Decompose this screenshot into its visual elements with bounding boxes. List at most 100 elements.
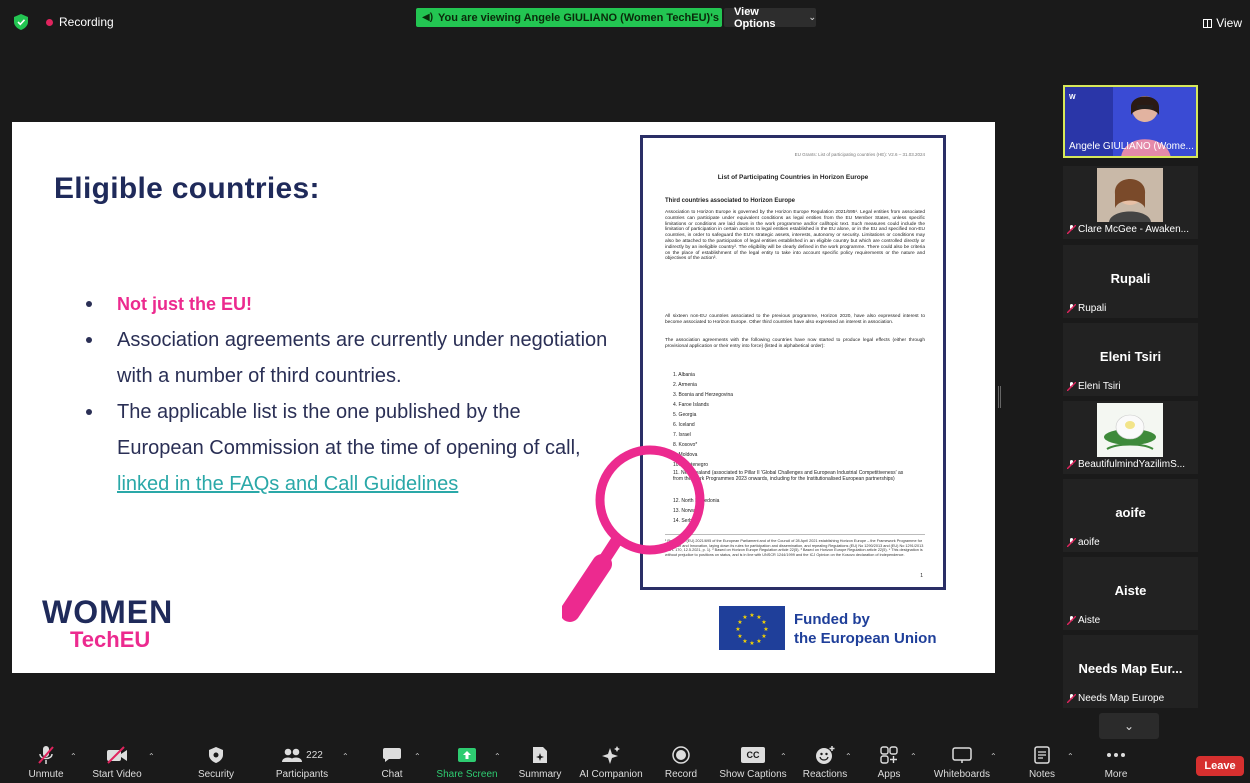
apps-button[interactable]: ⌃ Apps	[876, 744, 917, 783]
eu-line-1: Funded by	[794, 611, 870, 628]
participant-tile[interactable]: Aiste Aiste	[1063, 557, 1198, 630]
participant-name: Eleni Tsiri	[1067, 381, 1121, 392]
unmute-button[interactable]: ⌃ Unmute	[26, 744, 77, 783]
summary-label: Summary	[518, 769, 562, 780]
caret-up-icon[interactable]: ⌃	[148, 752, 155, 761]
participant-tile[interactable]: Eleni Tsiri Eleni Tsiri	[1063, 323, 1198, 396]
participants-icon	[282, 748, 303, 762]
caret-up-icon[interactable]: ⌃	[1067, 752, 1074, 761]
faq-guidelines-link[interactable]: linked in the FAQs and Call Guidelines	[117, 473, 458, 495]
participant-name: Rupali	[1067, 303, 1106, 314]
view-button[interactable]: View	[1203, 16, 1242, 30]
document-sparkle-icon	[533, 747, 547, 763]
ai-companion-button[interactable]: AI Companion	[578, 744, 644, 783]
caret-up-icon[interactable]: ⌃	[342, 752, 349, 761]
participant-video	[1097, 168, 1163, 222]
eu-line-2: the European Union	[794, 630, 937, 647]
doc-subtitle: Third countries associated to Horizon Eu…	[665, 198, 796, 204]
caret-up-icon[interactable]: ⌃	[780, 752, 787, 761]
view-options-button[interactable]: View Options ⌄	[724, 5, 816, 30]
mic-off-icon	[1067, 616, 1076, 625]
svg-text:★: ★	[749, 612, 754, 619]
notes-label: Notes	[1028, 769, 1056, 780]
recording-label[interactable]: Recording	[59, 15, 114, 29]
mic-off-icon	[1067, 304, 1076, 313]
participant-tile[interactable]: Clare McGee - Awaken...	[1063, 166, 1198, 239]
participant-tile[interactable]: Rupali Rupali	[1063, 245, 1198, 318]
apps-icon	[880, 746, 898, 764]
summary-button[interactable]: Summary	[517, 744, 563, 783]
participant-tile[interactable]: Needs Map Eur... Needs Map Europe	[1063, 635, 1198, 708]
shield-icon	[209, 747, 223, 763]
svg-text:★: ★	[761, 619, 766, 626]
participants-label: Participants	[275, 769, 329, 780]
show-captions-button[interactable]: CC ⌃ Show Captions	[719, 744, 787, 783]
zoom-meeting-window: Recording ◀) You are viewing Angele GIUL…	[0, 0, 1250, 783]
svg-text:★: ★	[763, 626, 768, 633]
share-banner-text: You are viewing Angele GIULIANO (Women T…	[438, 11, 722, 24]
country-item: 1. Albania	[673, 372, 695, 378]
svg-text:★: ★	[749, 640, 754, 647]
start-video-button[interactable]: ⌃ Start Video	[82, 744, 155, 783]
emoji-plus-icon	[816, 746, 835, 764]
country-item: 7. Israel	[673, 432, 691, 438]
notes-button[interactable]: ⌃ Notes	[1027, 744, 1074, 783]
panel-resize-handle[interactable]	[998, 386, 1001, 408]
participant-tile[interactable]: BeautifulmindYazilimS...	[1063, 401, 1198, 474]
participants-button[interactable]: 222 ⌃ Participants	[272, 744, 349, 783]
logo-women-text: WOMEN	[42, 594, 174, 630]
caret-up-icon[interactable]: ⌃	[494, 752, 501, 761]
participant-name: aoife	[1067, 537, 1100, 548]
participant-name-text: Clare McGee - Awaken...	[1078, 224, 1189, 235]
record-icon	[672, 746, 690, 764]
caret-up-icon[interactable]: ⌃	[414, 752, 421, 761]
doc-title: List of Participating Countries in Horiz…	[717, 174, 869, 181]
share-screen-button[interactable]: ⌃ Share Screen	[436, 744, 501, 783]
shield-check-icon[interactable]	[14, 14, 28, 30]
participant-name: BeautifulmindYazilimS...	[1067, 459, 1185, 470]
more-button[interactable]: More	[1101, 744, 1131, 783]
record-button[interactable]: Record	[664, 744, 698, 783]
chat-button[interactable]: ⌃ Chat	[378, 744, 421, 783]
recording-dot-icon	[46, 19, 53, 26]
security-button[interactable]: Security	[194, 744, 238, 783]
participant-tile[interactable]: aoife aoife	[1063, 479, 1198, 552]
participant-name: Needs Map Europe	[1067, 693, 1164, 704]
more-label: More	[1104, 769, 1128, 780]
mic-off-icon	[1067, 538, 1076, 547]
svg-text:★: ★	[756, 638, 761, 645]
caret-up-icon[interactable]: ⌃	[70, 752, 77, 761]
svg-text:★: ★	[742, 638, 747, 645]
participant-name-text: Eleni Tsiri	[1078, 381, 1121, 392]
mic-muted-icon	[38, 746, 54, 764]
participant-name-center: Eleni Tsiri	[1099, 349, 1162, 364]
reactions-button[interactable]: ⌃ Reactions	[803, 744, 852, 783]
whiteboards-button[interactable]: ⌃ Whiteboards	[932, 744, 997, 783]
chat-label: Chat	[381, 769, 403, 780]
participant-name: Aiste	[1067, 615, 1100, 626]
svg-text:★: ★	[761, 633, 766, 640]
slide-bullet-list: Not just the EU! Association agreements …	[82, 286, 612, 502]
ai-companion-label: AI Companion	[579, 769, 643, 780]
participant-name-text: Rupali	[1078, 303, 1107, 314]
record-label: Record	[664, 769, 698, 780]
video-off-icon	[107, 746, 127, 764]
speaker-icon: ◀)	[422, 12, 434, 23]
bullet-item: Not just the EU!	[82, 286, 612, 322]
mic-off-icon	[1067, 694, 1076, 703]
doc-paragraph: All sixteen non-EU countries associated …	[665, 314, 925, 325]
svg-text:W: W	[1069, 94, 1076, 101]
caret-up-icon[interactable]: ⌃	[845, 752, 852, 761]
doc-page-number: 1	[920, 573, 923, 579]
view-options-label: View Options	[734, 5, 776, 30]
whiteboard-icon	[952, 747, 972, 763]
mic-off-icon	[1067, 382, 1076, 391]
country-item: 5. Georgia	[673, 412, 697, 418]
gallery-view-icon	[1203, 18, 1213, 28]
participant-tile[interactable]: W Angele GIULIANO (Wome...	[1063, 85, 1198, 158]
caret-up-icon[interactable]: ⌃	[990, 752, 997, 761]
leave-button[interactable]: Leave	[1196, 756, 1244, 776]
gallery-scroll-down-button[interactable]: ⌄	[1099, 713, 1159, 739]
svg-text:★: ★	[737, 633, 742, 640]
caret-up-icon[interactable]: ⌃	[910, 752, 917, 761]
